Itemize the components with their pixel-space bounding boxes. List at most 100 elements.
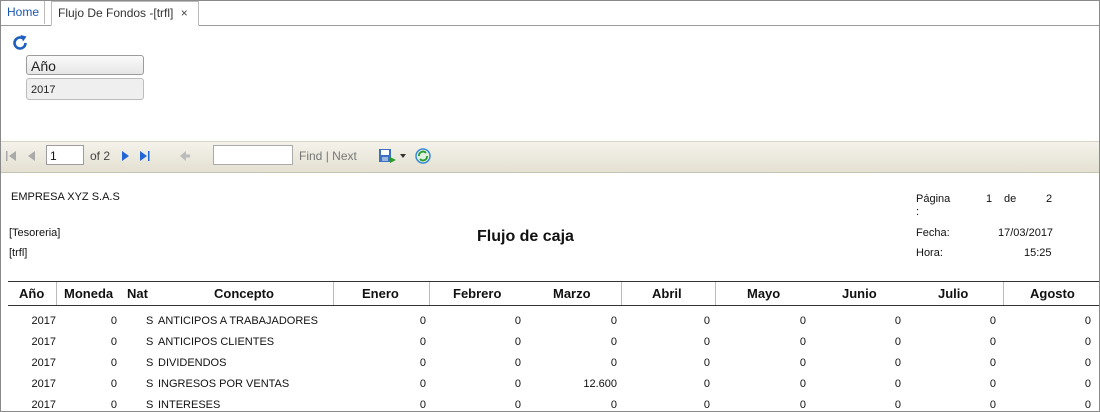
cell-marzo: 12.600 — [583, 378, 617, 390]
column-divider — [333, 282, 334, 305]
cell-agosto: 0 — [1084, 336, 1091, 348]
column-header: Año — [19, 286, 45, 301]
page-label-colon: : — [916, 206, 920, 218]
tab-home[interactable]: Home — [1, 1, 45, 24]
cell-nat: S — [146, 357, 154, 369]
first-page-icon[interactable] — [5, 148, 19, 164]
cell-concepto: INTERESES — [158, 399, 221, 411]
cell-concepto: ANTICIPOS A TRABAJADORES — [158, 315, 318, 327]
cell-moneda: 0 — [110, 315, 117, 327]
column-divider — [621, 282, 622, 305]
column-header: Febrero — [453, 286, 502, 301]
tab-label: Flujo De Fondos -[trfl] — [58, 6, 174, 20]
cell-junio: 0 — [894, 357, 901, 369]
time-value: 15:25 — [1024, 247, 1052, 259]
cell-marzo: 0 — [610, 357, 617, 369]
column-header: Nat — [127, 286, 148, 301]
department-label: [Tesoreria] — [9, 227, 61, 239]
cell-moneda: 0 — [110, 357, 117, 369]
cell-abril: 0 — [703, 336, 710, 348]
table-top-rule — [8, 281, 1099, 282]
cell-marzo: 0 — [610, 399, 617, 411]
column-divider — [56, 282, 57, 305]
cell-junio: 0 — [894, 378, 901, 390]
column-header: Concepto — [214, 286, 274, 301]
cell-mayo: 0 — [799, 399, 806, 411]
cell-julio: 0 — [989, 378, 996, 390]
cell-nat: S — [146, 336, 154, 348]
cell-nat: S — [146, 378, 154, 390]
cell-agosto: 0 — [1084, 357, 1091, 369]
cell-mayo: 0 — [799, 336, 806, 348]
cell-mayo: 0 — [799, 357, 806, 369]
column-header: Moneda — [64, 286, 114, 301]
column-header: Marzo — [553, 286, 591, 301]
column-divider — [429, 282, 430, 305]
report-toolbar — [1, 141, 1099, 173]
date-value: 17/03/2017 — [998, 227, 1054, 239]
report-title: Flujo de caja — [477, 228, 574, 245]
find-separator: | — [325, 149, 329, 163]
cell-moneda: 0 — [110, 399, 117, 411]
cell-febrero: 0 — [514, 336, 521, 348]
refresh-report-icon[interactable] — [414, 147, 432, 165]
cell-marzo: 0 — [610, 336, 617, 348]
cell-mayo: 0 — [799, 378, 806, 390]
cell-moneda: 0 — [110, 336, 117, 348]
cell-febrero: 0 — [514, 399, 521, 411]
column-header: Julio — [938, 286, 969, 301]
next-link[interactable]: Next — [332, 149, 357, 163]
table-header-rule — [8, 305, 1099, 306]
cell-concepto: INGRESOS POR VENTAS — [158, 378, 290, 390]
cell-enero: 0 — [419, 336, 426, 348]
company-name: EMPRESA XYZ S.A.S — [11, 191, 120, 203]
column-header: Junio — [842, 286, 877, 301]
cell-febrero: 0 — [514, 357, 521, 369]
page-number-input[interactable]: 1 — [46, 145, 84, 165]
column-header: Abril — [652, 286, 682, 301]
page-of-label: de — [1004, 193, 1017, 205]
date-label: Fecha: — [916, 227, 950, 239]
cell-anio: 2017 — [31, 315, 56, 327]
cell-anio: 2017 — [31, 378, 56, 390]
chevron-down-icon[interactable] — [399, 152, 407, 160]
column-divider — [1003, 282, 1004, 305]
refresh-icon[interactable] — [11, 34, 29, 52]
export-icon[interactable] — [378, 147, 398, 165]
column-header: Enero — [362, 286, 399, 301]
cell-julio: 0 — [989, 315, 996, 327]
find-text-input[interactable] — [213, 145, 293, 165]
find-link[interactable]: Find — [299, 149, 322, 163]
cell-abril: 0 — [703, 399, 710, 411]
cell-concepto: ANTICIPOS CLIENTES — [158, 336, 275, 348]
cell-febrero: 0 — [514, 378, 521, 390]
parameter-value-anio[interactable]: 2017 — [26, 78, 144, 100]
cell-agosto: 0 — [1084, 399, 1091, 411]
cell-junio: 0 — [894, 315, 901, 327]
last-page-icon[interactable] — [138, 148, 152, 164]
cell-nat: S — [146, 315, 154, 327]
next-page-icon[interactable] — [118, 148, 132, 164]
cell-agosto: 0 — [1084, 315, 1091, 327]
tab-flujo-de-fondos[interactable]: Flujo De Fondos -[trfl] × — [51, 1, 199, 26]
page-total: 2 — [1046, 193, 1053, 205]
report-code: [trfl] — [9, 247, 28, 259]
cell-anio: 2017 — [31, 399, 56, 411]
cell-mayo: 0 — [799, 315, 806, 327]
cell-enero: 0 — [419, 357, 426, 369]
cell-junio: 0 — [894, 399, 901, 411]
cell-enero: 0 — [419, 378, 426, 390]
previous-page-icon[interactable] — [25, 148, 39, 164]
cell-julio: 0 — [989, 399, 996, 411]
cell-abril: 0 — [703, 357, 710, 369]
close-icon[interactable]: × — [181, 6, 188, 20]
cell-julio: 0 — [989, 357, 996, 369]
cell-anio: 2017 — [31, 357, 56, 369]
parameter-label-anio: Año — [26, 55, 144, 75]
cell-concepto: DIVIDENDOS — [158, 357, 227, 369]
cell-nat: S — [146, 399, 154, 411]
column-divider — [715, 282, 716, 305]
cell-abril: 0 — [703, 315, 710, 327]
back-to-parent-icon[interactable] — [177, 148, 191, 164]
cell-junio: 0 — [894, 336, 901, 348]
